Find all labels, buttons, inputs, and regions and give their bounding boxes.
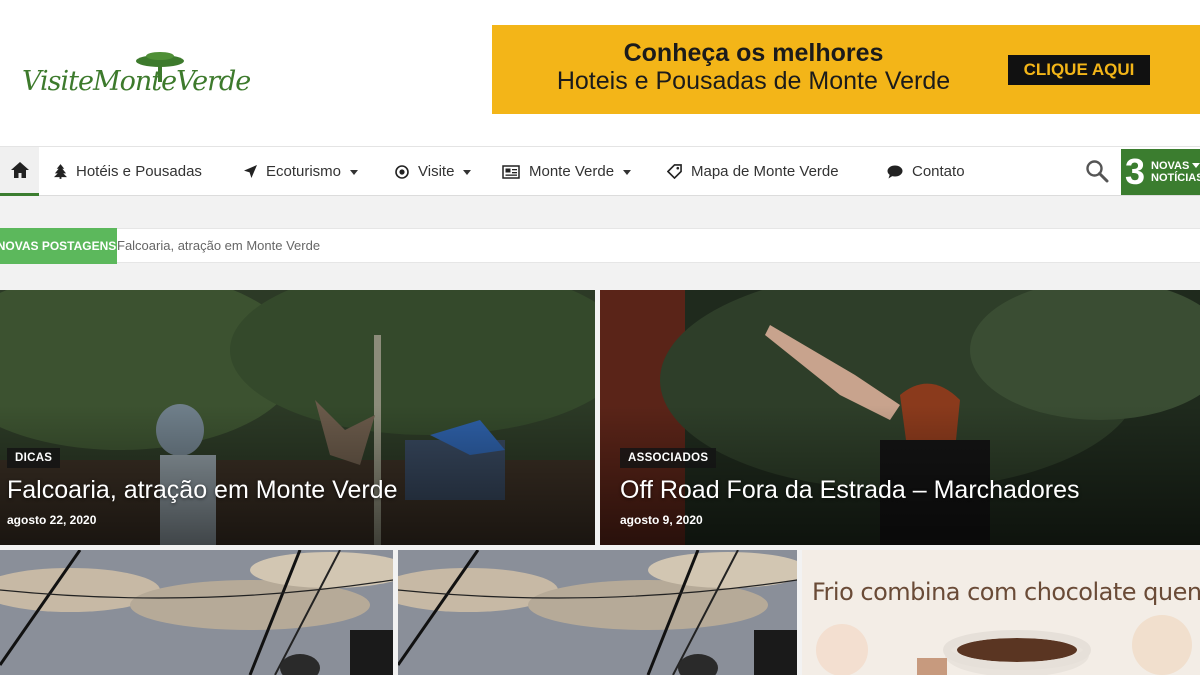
nav-label: Visite: [418, 163, 455, 180]
nav-item-mapa-de-monte-verde[interactable]: Mapa de Monte Verde: [667, 147, 839, 196]
chocolate-post-caption: Frio combina com chocolate quente!: [812, 578, 1200, 606]
banner-subheadline: Hoteis e Pousadas de Monte Verde: [556, 67, 951, 95]
nav-item-visite[interactable]: Visite: [395, 147, 472, 196]
chevron-down-icon: [463, 170, 472, 175]
home-icon: [10, 162, 29, 178]
nav-label: Hotéis e Pousadas: [76, 163, 202, 180]
page: { "header": { "logo": {"text": "VisiteMo…: [0, 0, 1200, 675]
nav-label: Mapa de Monte Verde: [691, 163, 839, 180]
news-count: 3: [1125, 151, 1146, 192]
post-thumbnail-sky: [0, 550, 393, 675]
nav-item-contato[interactable]: Contato: [887, 147, 965, 196]
nav-item-ecoturismo[interactable]: Ecoturismo: [244, 147, 359, 196]
news-ticker: NOVAS POSTAGENS Falcoaria, atração em Mo…: [0, 228, 1200, 264]
hotels-ad-banner[interactable]: Conheça os melhores Hoteis e Pousadas de…: [492, 25, 1200, 114]
featured-post-card[interactable]: DICAS Falcoaria, atração em Monte Verde …: [0, 290, 595, 545]
main-nav: Hotéis e Pousadas Ecoturismo Visite Mont…: [0, 146, 1200, 196]
post-card[interactable]: Frio combina com chocolate quente!: [802, 550, 1200, 675]
new-news-badge[interactable]: 3 NOVAS NOTÍCIAS: [1121, 149, 1200, 195]
featured-post-card[interactable]: ASSOCIADOS Off Road Fora da Estrada – Ma…: [600, 290, 1200, 545]
chevron-down-icon: [350, 170, 359, 175]
ticker-label: NOVAS POSTAGENS: [0, 228, 117, 264]
tag-icon: [667, 164, 682, 179]
post-date: agosto 9, 2020: [620, 513, 703, 527]
location-arrow-icon: [244, 165, 257, 178]
post-date: agosto 22, 2020: [7, 513, 97, 527]
logo-text: VisiteMonteVerde: [22, 66, 251, 97]
news-label-line1: NOVAS: [1151, 160, 1190, 172]
post-thumbnail-chocolate: [802, 550, 1200, 675]
category-badge[interactable]: ASSOCIADOS: [620, 448, 717, 468]
search-icon[interactable]: [1085, 159, 1109, 183]
site-logo[interactable]: VisiteMonteVerde: [22, 52, 258, 114]
ticker-headline-link[interactable]: Falcoaria, atração em Monte Verde: [117, 229, 320, 262]
category-badge[interactable]: DICAS: [7, 448, 61, 468]
nav-label: Contato: [912, 163, 965, 180]
post-card[interactable]: [398, 550, 797, 675]
nav-label: Monte Verde: [529, 163, 615, 180]
chevron-down-icon: [623, 170, 632, 175]
banner-cta-button[interactable]: CLIQUE AQUI: [1008, 55, 1150, 85]
tree-icon: [54, 164, 67, 179]
target-icon: [395, 164, 409, 179]
post-title[interactable]: Falcoaria, atração em Monte Verde: [7, 476, 397, 505]
comment-icon: [887, 165, 903, 178]
newspaper-icon: [502, 164, 520, 179]
news-label-line2: NOTÍCIAS: [1151, 172, 1200, 184]
site-header: VisiteMonteVerde Conheça os melhores Hot…: [0, 0, 1200, 146]
nav-item-hoteis-e-pousadas[interactable]: Hotéis e Pousadas: [54, 147, 202, 196]
banner-headline: Conheça os melhores: [623, 39, 884, 67]
chevron-down-icon: [1192, 163, 1200, 168]
nav-home[interactable]: [0, 147, 39, 196]
nav-label: Ecoturismo: [266, 163, 342, 180]
nav-item-monte-verde[interactable]: Monte Verde: [502, 147, 632, 196]
post-title[interactable]: Off Road Fora da Estrada – Marchadores: [620, 476, 1080, 505]
post-thumbnail-sky: [398, 550, 797, 675]
post-card[interactable]: [0, 550, 393, 675]
